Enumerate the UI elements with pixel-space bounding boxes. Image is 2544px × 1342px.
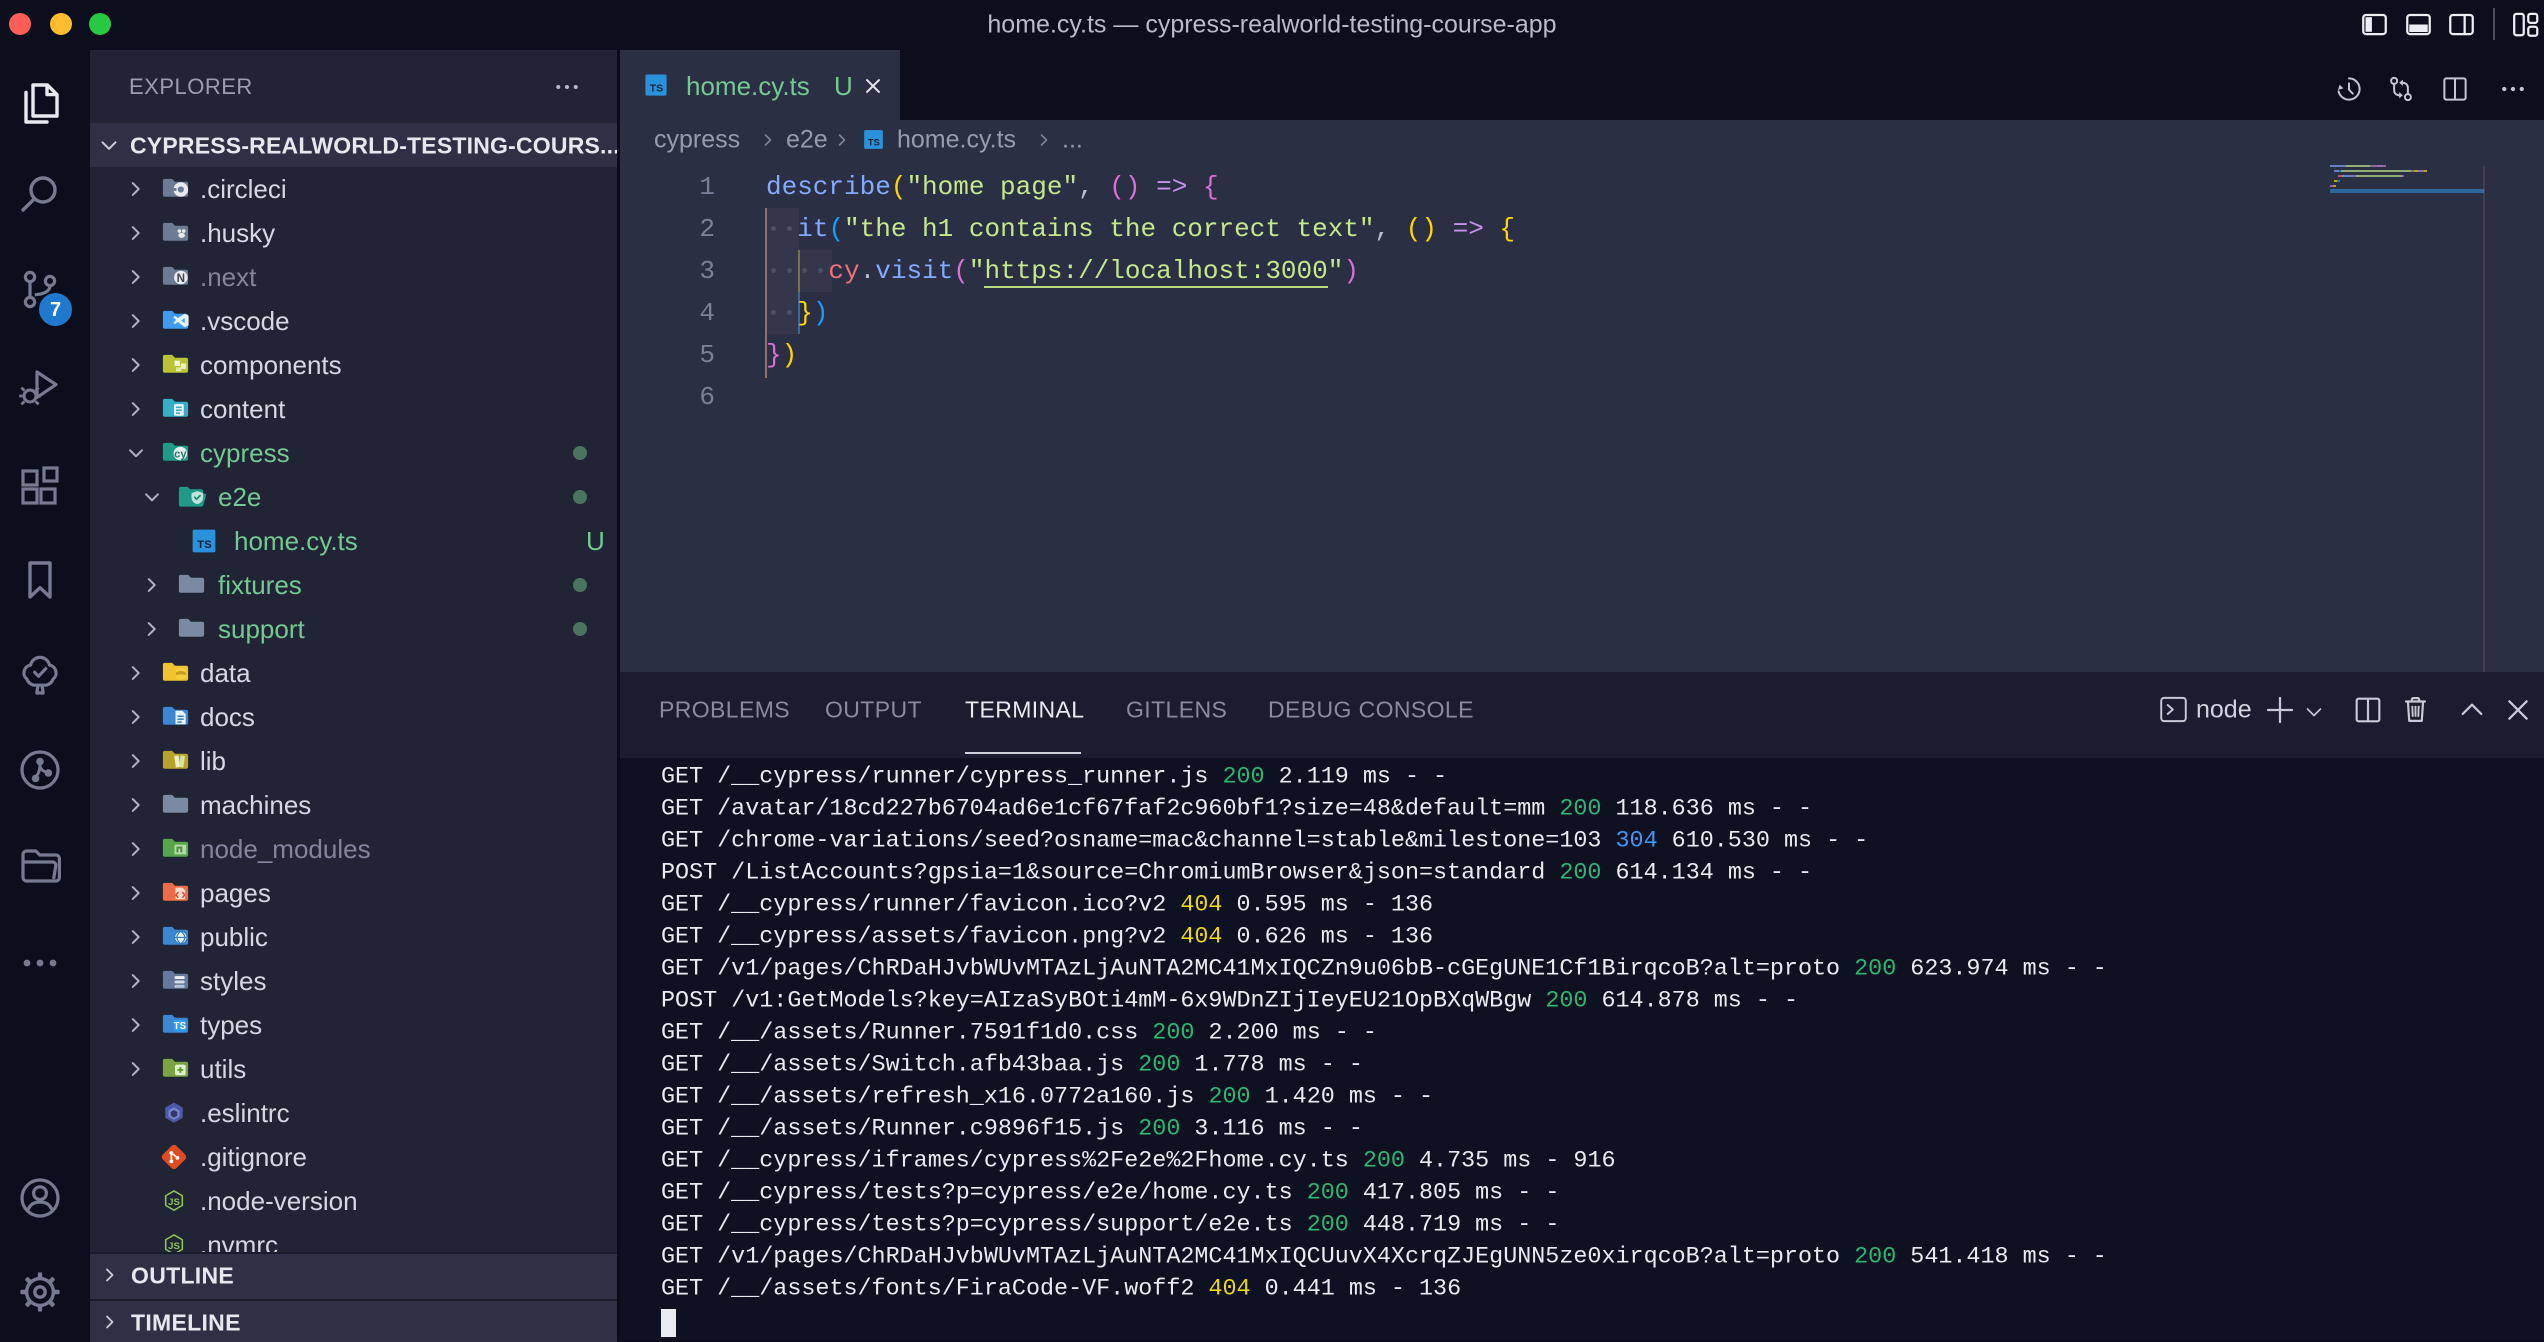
svg-text:TS: TS	[197, 539, 212, 551]
svg-text:TS: TS	[174, 1021, 187, 1032]
svg-text:JS: JS	[168, 1241, 180, 1252]
svg-text:JS: JS	[168, 1197, 180, 1208]
svg-text:N: N	[177, 272, 185, 285]
svg-text:cy: cy	[174, 449, 187, 461]
svg-text:TS: TS	[868, 137, 880, 147]
svg-text:TS: TS	[650, 83, 663, 95]
